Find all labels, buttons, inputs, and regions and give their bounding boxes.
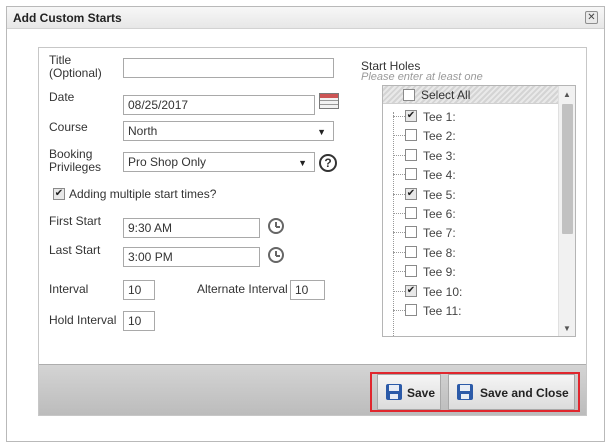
select-all-label: Select All <box>421 88 471 102</box>
tee-label: Tee 10: <box>423 284 463 299</box>
tee-label: Tee 7: <box>423 226 456 241</box>
tee-checkbox[interactable] <box>405 226 417 239</box>
tee-checkbox[interactable] <box>405 168 417 181</box>
interval-label: Interval <box>49 282 89 296</box>
tee-row[interactable]: ✔ Tee 1: <box>383 107 559 126</box>
chevron-down-icon: ▼ <box>317 127 326 137</box>
course-select[interactable]: North ▼ <box>123 121 334 141</box>
tee-label: Tee 3: <box>423 148 456 163</box>
clock-icon[interactable] <box>268 247 284 263</box>
tree-branch <box>393 232 405 234</box>
start-holes-list: Select All ✔ Tee 1: Tee 2: Tee 3: Tee 4: ✔ Tee… <box>382 85 576 337</box>
scroll-thumb[interactable] <box>562 104 573 234</box>
tee-checkbox[interactable]: ✔ <box>405 110 417 122</box>
tee-label: Tee 1: <box>423 110 456 124</box>
last-start-label: Last Start <box>49 243 101 257</box>
tee-checkbox[interactable] <box>405 207 417 219</box>
tee-label: Tee 4: <box>423 168 456 183</box>
save-button-label: Save <box>407 386 436 400</box>
calendar-icon[interactable] <box>319 93 339 109</box>
tree-branch <box>393 271 405 273</box>
course-selected-value: North <box>128 124 158 138</box>
tree-branch <box>393 251 405 253</box>
save-button[interactable]: Save <box>377 374 441 410</box>
first-start-label: First Start <box>49 214 102 228</box>
tree-branch <box>393 135 405 137</box>
date-input[interactable] <box>123 95 315 115</box>
booking-privileges-select[interactable]: Pro Shop Only ▼ <box>123 152 315 172</box>
tee-checkbox[interactable] <box>405 148 417 161</box>
tee-label: Tee 2: <box>423 129 456 144</box>
tee-row[interactable]: ✔ Tee 5: <box>383 185 559 204</box>
tree-branch <box>393 154 405 156</box>
tee-label: Tee 5: <box>423 187 456 202</box>
title-label: Title (Optional) <box>49 53 102 80</box>
tee-row[interactable]: ✔ Tee 10: <box>383 282 559 301</box>
tree-branch <box>393 213 405 214</box>
dialog-title: Add Custom Starts <box>13 11 122 25</box>
booking-selected-value: Pro Shop Only <box>128 155 207 169</box>
save-and-close-button-label: Save and Close <box>480 386 569 400</box>
tee-row[interactable]: Tee 4: <box>383 165 559 184</box>
select-all-checkbox[interactable] <box>403 89 415 101</box>
title-input[interactable] <box>123 58 334 78</box>
tee-row[interactable]: Tee 8: <box>383 243 559 262</box>
tree-branch <box>393 174 405 176</box>
chevron-down-icon: ▼ <box>298 158 307 168</box>
tee-label: Tee 8: <box>423 245 456 260</box>
tee-checkbox[interactable] <box>405 245 417 258</box>
help-icon[interactable]: ? <box>319 154 337 172</box>
dialog-footer: Save Save and Close <box>39 364 586 415</box>
floppy-disk-icon <box>386 384 402 400</box>
interval-input[interactable] <box>123 280 155 300</box>
course-label: Course <box>49 120 88 134</box>
hold-interval-input[interactable] <box>123 311 155 331</box>
scroll-down-icon[interactable]: ▼ <box>563 324 571 333</box>
tee-checkbox[interactable]: ✔ <box>405 187 417 200</box>
tee-label: Tee 9: <box>423 265 456 280</box>
save-and-close-button[interactable]: Save and Close <box>448 374 575 410</box>
tee-checkbox[interactable] <box>405 129 417 142</box>
tree-branch <box>393 116 405 117</box>
tee-row[interactable]: Tee 9: <box>383 262 559 281</box>
multiple-start-times-checkbox[interactable]: ✔ <box>53 188 65 200</box>
hold-interval-label: Hold Interval <box>49 313 117 327</box>
tee-row[interactable]: Tee 2: <box>383 126 559 145</box>
close-icon[interactable]: ✕ <box>585 11 598 24</box>
add-custom-starts-dialog: Add Custom Starts ✕ Title (Optional) Dat… <box>6 6 605 442</box>
holes-scrollbar[interactable]: ▲ ▼ <box>558 86 575 336</box>
clock-icon[interactable] <box>268 218 284 234</box>
tee-label: Tee 11: <box>423 304 462 318</box>
booking-privileges-label: Booking Privileges <box>49 147 102 174</box>
tree-branch <box>393 193 405 195</box>
tee-checkbox[interactable] <box>405 304 417 316</box>
floppy-disk-close-icon <box>457 384 473 400</box>
tee-checkbox[interactable] <box>405 265 417 278</box>
multiple-start-times-label: Adding multiple start times? <box>69 187 217 201</box>
date-label: Date <box>49 90 75 104</box>
dialog-title-bar: Add Custom Starts <box>7 7 604 29</box>
tree-branch <box>393 310 405 311</box>
start-holes-hint: Please enter at least one <box>361 71 483 83</box>
tee-row[interactable]: Tee 7: <box>383 223 559 242</box>
tee-checkbox[interactable]: ✔ <box>405 284 417 297</box>
select-all-row: Select All <box>383 86 559 104</box>
tree-branch <box>393 290 405 292</box>
tee-row[interactable]: Tee 11: <box>383 301 559 320</box>
alternate-interval-input[interactable] <box>290 280 325 300</box>
first-start-input[interactable] <box>123 218 260 238</box>
last-start-input[interactable] <box>123 247 260 267</box>
tee-label: Tee 6: <box>423 207 456 221</box>
tee-row[interactable]: Tee 3: <box>383 146 559 165</box>
tee-row[interactable]: Tee 6: <box>383 204 559 223</box>
alternate-interval-label: Alternate Interval <box>197 282 288 296</box>
scroll-up-icon[interactable]: ▲ <box>563 90 571 99</box>
